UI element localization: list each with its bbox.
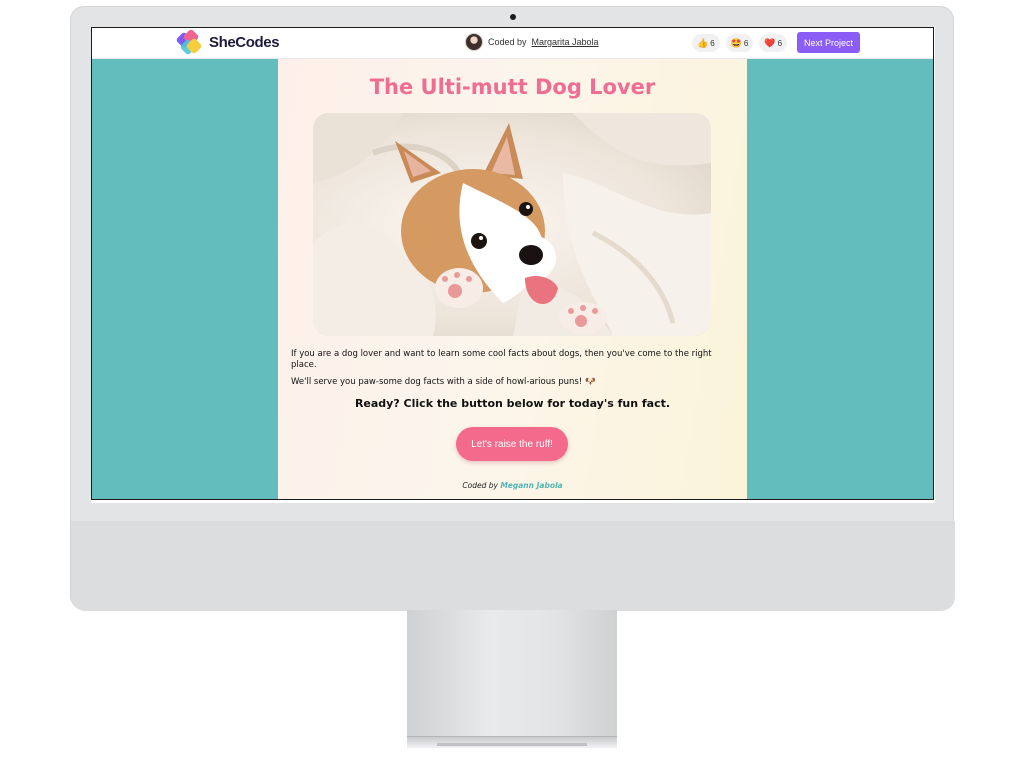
footer-credit: Coded by Megann Jabola [278,481,747,490]
logo-text: SheCodes [209,33,280,51]
raise-the-ruff-button[interactable]: Let's raise the ruff! [456,427,568,461]
corgi-puppy-image [313,113,711,336]
footer-author-link[interactable]: Megann Jabola [500,481,562,490]
puns-paragraph: We'll serve you paw-some dog facts with … [291,377,596,387]
reaction-heart[interactable]: ❤️ 6 [759,34,788,52]
next-project-button[interactable]: Next Project [797,32,860,53]
reactions: 👍 6 🤩 6 ❤️ 6 [692,34,788,52]
reaction-star-struck[interactable]: 🤩 6 [725,34,754,52]
top-navigation-bar: SheCodes Coded by Margarita Jabola 👍 6 🤩… [92,28,933,59]
coder-credit: Coded by Margarita Jabola [465,33,599,51]
reaction-count: 6 [710,38,715,48]
thumbs-up-icon: 👍 [697,37,709,48]
imac-stand [407,610,617,736]
corgi-puppy-illustration [313,113,711,336]
shecodes-logo-icon [175,28,206,56]
page-title: The Ulti-mutt Dog Lover [369,75,656,99]
shecodes-logo[interactable]: SheCodes [175,28,280,56]
coder-name-link[interactable]: Margarita Jabola [532,37,599,47]
intro-paragraph: If you are a dog lover and want to learn… [291,349,712,370]
imac-chin [71,521,955,611]
reaction-thumbs-up[interactable]: 👍 6 [692,34,720,52]
avatar [465,33,483,51]
star-struck-icon: 🤩 [730,37,742,48]
reaction-count: 6 [777,38,783,48]
imac-stand-foot [407,736,617,748]
heart-icon: ❤️ [764,37,776,48]
footer-label: Coded by [462,481,498,490]
reaction-count: 6 [743,38,749,48]
ready-heading: Ready? Click the button below for today'… [354,397,671,410]
screen: SheCodes Coded by Margarita Jabola 👍 6 🤩… [91,27,934,500]
content-card: The Ulti-mutt Dog Lover If you are a dog… [278,59,747,499]
coded-by-label: Coded by [488,37,527,47]
camera [510,14,516,20]
